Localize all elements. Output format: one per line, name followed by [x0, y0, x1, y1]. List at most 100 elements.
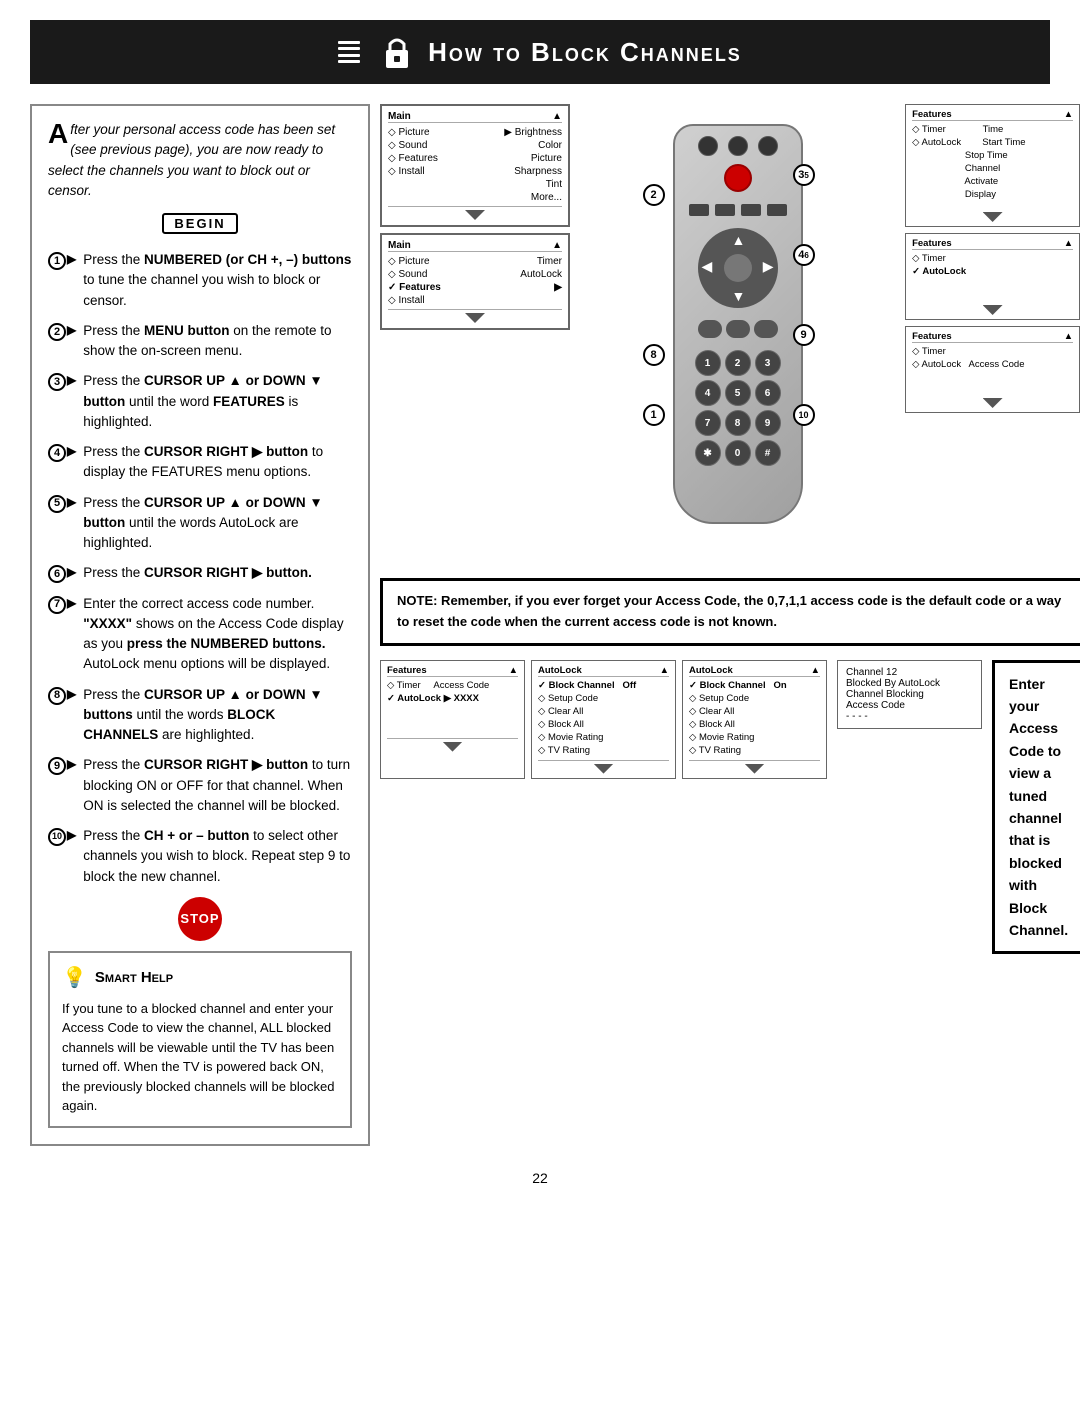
rs1-header: Features ▲ [912, 109, 1073, 121]
nav-up[interactable]: ▲ [732, 232, 746, 248]
right-screens: Features ▲ ◇ Timer Time ◇ AutoLock Start… [905, 104, 1080, 413]
step-1: 1 ▶ Press the NUMBERED (or CH +, –) butt… [48, 250, 352, 311]
step-9-arrow: ▶ [67, 755, 76, 773]
bs3-row5: ◇ Movie Rating [689, 731, 820, 744]
remote-nav-pad: ▲ ▼ ◀ ▶ [698, 228, 778, 308]
step-1-number: 1 [48, 252, 66, 270]
remote-vol-ch [698, 320, 778, 338]
step-5: 5 ▶ Press the CURSOR UP ▲ or DOWN ▼ butt… [48, 493, 352, 554]
channel-line4: Access Code [846, 700, 973, 711]
num-btn-8[interactable]: 8 [725, 410, 751, 436]
nav-down[interactable]: ▼ [732, 288, 746, 304]
bs3-row1: ✓ Block Channel On [689, 679, 820, 692]
bs3-row4: ◇ Block All [689, 718, 820, 731]
num-btn-6[interactable]: 6 [755, 380, 781, 406]
num-btn-3[interactable]: 3 [755, 350, 781, 376]
rs3-row1: ◇ Timer [912, 345, 1073, 358]
step-6-arrow: ▶ [67, 563, 76, 581]
channel-line1: Channel 12 [846, 667, 973, 678]
step-9: 9 ▶ Press the CURSOR RIGHT ▶ button to t… [48, 755, 352, 816]
rs1-row1: ◇ Timer Time [912, 123, 1073, 136]
lines-icon [338, 39, 360, 65]
num-btn-2[interactable]: 2 [725, 350, 751, 376]
remote-btn-5 [715, 204, 735, 216]
rs1-row6: Display [912, 188, 1073, 201]
step-2-arrow: ▶ [67, 321, 76, 339]
step-1-content: Press the NUMBERED (or CH +, –) buttons … [83, 250, 352, 311]
bs1-header: Features ▲ [387, 665, 518, 677]
rs3-header: Features ▲ [912, 331, 1073, 343]
step-4-number: 4 [48, 444, 66, 462]
num-btn-0[interactable]: 0 [725, 440, 751, 466]
bottom-section: Features ▲ ◇ Timer Access Code ✓ AutoLoc… [380, 660, 1080, 955]
num-btn-5[interactable]: 5 [725, 380, 751, 406]
bottom-screen-1: Features ▲ ◇ Timer Access Code ✓ AutoLoc… [380, 660, 525, 779]
remote-step-8: 8 [643, 344, 665, 366]
screen1-down-arrow [388, 210, 562, 220]
step-7-content: Enter the correct access code number. "X… [83, 594, 352, 675]
step-6-content: Press the CURSOR RIGHT ▶ button. [83, 563, 352, 583]
num-btn-7[interactable]: 7 [695, 410, 721, 436]
num-btn-1[interactable]: 1 [695, 350, 721, 376]
right-screen-2: Features ▲ ◇ Timer ✓ AutoLock [905, 233, 1080, 320]
remote-btn-3 [758, 136, 778, 156]
remote-mute-btn [726, 320, 750, 338]
rs3-down-arrow [912, 398, 1073, 408]
rs1-down-arrow [912, 212, 1073, 222]
channel-line2: Blocked By AutoLock [846, 678, 973, 689]
bs1-down-arrow [443, 742, 463, 752]
num-btn-9[interactable]: 9 [755, 410, 781, 436]
remote-step-1: 1 [643, 404, 665, 426]
num-btn-4[interactable]: 4 [695, 380, 721, 406]
step-7: 7 ▶ Enter the correct access code number… [48, 594, 352, 675]
nav-right[interactable]: ▶ [763, 258, 774, 275]
step-8: 8 ▶ Press the CURSOR UP ▲ or DOWN ▼ butt… [48, 685, 352, 746]
stop-badge-wrapper: STOP [48, 897, 352, 941]
step-7-number: 7 [48, 596, 66, 614]
screen1-row4: ◇ InstallSharpness [388, 165, 562, 178]
right-column: Main ▲ ◇ Picture▶ Brightness ◇ SoundColo… [380, 104, 1080, 1146]
step-6: 6 ▶ Press the CURSOR RIGHT ▶ button. [48, 563, 352, 583]
smart-help-text: If you tune to a blocked channel and ent… [62, 999, 338, 1116]
screen1-row6: More... [388, 191, 562, 204]
rs3-row2: ◇ AutoLock Access Code [912, 358, 1073, 371]
bs3-row2: ◇ Setup Code [689, 692, 820, 705]
remote-top-buttons [698, 136, 778, 156]
step-2-number: 2 [48, 323, 66, 341]
screen2-title: Main [388, 240, 411, 251]
remote-btn-7 [767, 204, 787, 216]
remote-btn-6 [741, 204, 761, 216]
tv-screen-1-header: Main ▲ [388, 111, 562, 123]
tv-screen-1: Main ▲ ◇ Picture▶ Brightness ◇ SoundColo… [380, 104, 570, 227]
rs1-row3: Stop Time [912, 149, 1073, 162]
bs2-down-arrow [594, 764, 614, 774]
channel-line3: Channel Blocking [846, 689, 973, 700]
lock-icon [382, 34, 412, 70]
bs1-row2: ✓ AutoLock ▶ XXXX [387, 692, 518, 705]
remote-power-btn[interactable] [724, 164, 752, 192]
screen1-row1: ◇ Picture▶ Brightness [388, 126, 562, 139]
rs2-header: Features ▲ [912, 238, 1073, 250]
bs2-row2: ◇ Setup Code [538, 692, 669, 705]
rs1-row5: Activate [912, 175, 1073, 188]
remote-btn-4 [689, 204, 709, 216]
screen1-arrow: ▲ [552, 111, 562, 122]
page-number: 22 [0, 1156, 1080, 1200]
step-5-number: 5 [48, 495, 66, 513]
step-9-content: Press the CURSOR RIGHT ▶ button to turn … [83, 755, 352, 816]
nav-left[interactable]: ◀ [702, 258, 713, 275]
step-4-content: Press the CURSOR RIGHT ▶ button to displ… [83, 442, 352, 483]
step-10: 10 ▶ Press the CH + or – button to selec… [48, 826, 352, 887]
num-btn-hash[interactable]: # [755, 440, 781, 466]
step-10-number: 10 [48, 828, 66, 846]
left-column: A fter your personal access code has bee… [30, 104, 370, 1146]
page-header: How to Block Channels [30, 20, 1050, 84]
rs2-arrow: ▲ [1064, 238, 1073, 249]
rs2-title: Features [912, 238, 952, 249]
rs2-row1: ◇ Timer [912, 252, 1073, 265]
num-btn-star[interactable]: ✱ [695, 440, 721, 466]
main-content: A fter your personal access code has bee… [0, 94, 1080, 1156]
step-3-arrow: ▶ [67, 371, 76, 389]
step-1-arrow: ▶ [67, 250, 76, 268]
tv-screens-left: Main ▲ ◇ Picture▶ Brightness ◇ SoundColo… [380, 104, 570, 330]
